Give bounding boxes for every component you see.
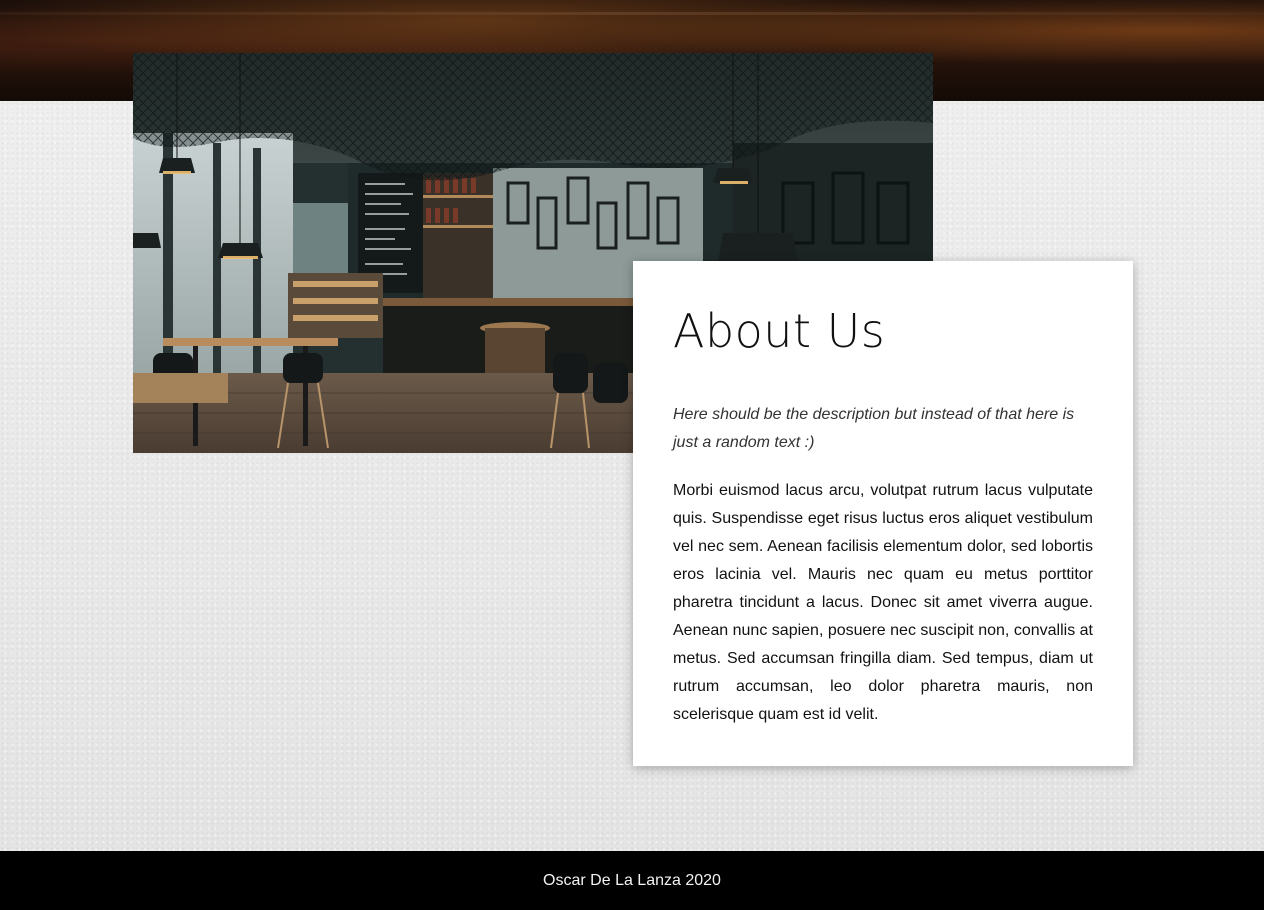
page: About Us Here should be the description … bbox=[0, 0, 1264, 910]
banner-pipe-decoration bbox=[0, 12, 1264, 15]
footer: Oscar De La Lanza 2020 bbox=[0, 851, 1264, 910]
about-body-text: Morbi euismod lacus arcu, volutpat rutru… bbox=[673, 482, 1093, 723]
about-subtitle: Here should be the description but inste… bbox=[673, 406, 1075, 451]
about-card: About Us Here should be the description … bbox=[633, 261, 1133, 766]
footer-copyright: Oscar De La Lanza 2020 bbox=[543, 871, 721, 889]
about-title: About Us bbox=[673, 304, 886, 358]
